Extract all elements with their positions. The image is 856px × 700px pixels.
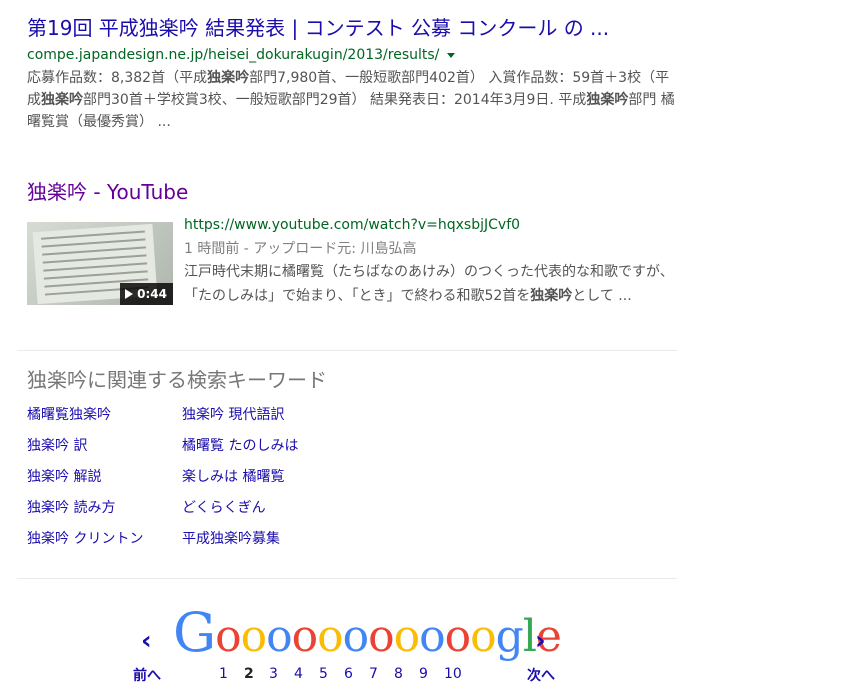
related-search-link[interactable]: 楽しみは 橘曙覧 xyxy=(182,466,382,488)
snippet-highlight: 独楽吟 xyxy=(41,92,83,108)
search-result-1: 第19回 平成独楽吟 結果発表 | コンテスト 公募 コンクール の ... c… xyxy=(27,14,677,133)
snippet-text: 部門30首＋学校賞3校、一般短歌部門29首） 結果発表日：2014年3月9日. … xyxy=(83,92,587,108)
related-search-link[interactable]: 平成独楽吟募集 xyxy=(182,528,382,550)
page-link[interactable]: 6 xyxy=(344,666,369,682)
related-search-link[interactable]: 独楽吟 解説 xyxy=(27,466,182,488)
chevron-right-icon[interactable]: › xyxy=(535,626,546,656)
page-link[interactable]: 3 xyxy=(269,666,294,682)
related-search-link[interactable]: 橘曙覧独楽吟 xyxy=(27,404,182,426)
page-link[interactable]: 8 xyxy=(394,666,419,682)
related-search-link[interactable]: どくらくぎん xyxy=(182,497,382,519)
page-link[interactable]: 5 xyxy=(319,666,344,682)
divider xyxy=(17,350,677,351)
page-link[interactable]: 1 xyxy=(219,666,244,682)
result-1-title[interactable]: 第19回 平成独楽吟 結果発表 | コンテスト 公募 コンクール の ... xyxy=(27,14,677,42)
result-1-url-row: compe.japandesign.ne.jp/heisei_dokurakug… xyxy=(27,45,677,65)
result-2-snippet: 江戸時代末期に橘曙覧（たちばなのあけみ）のつくった代表的な和歌ですが、「たのしみ… xyxy=(184,260,677,308)
next-page-link[interactable]: 次へ xyxy=(527,665,555,685)
video-duration-badge: 0:44 xyxy=(120,283,173,305)
page-link[interactable]: 7 xyxy=(369,666,394,682)
result-2-title[interactable]: 独楽吟 - YouTube xyxy=(27,178,677,206)
video-result: 0:44 https://www.youtube.com/watch?v=hqx… xyxy=(27,214,677,338)
video-duration: 0:44 xyxy=(137,287,167,301)
snippet-highlight: 独楽吟 xyxy=(207,70,250,86)
page-link[interactable]: 4 xyxy=(294,666,319,682)
result-2-url: https://www.youtube.com/watch?v=hqxsbjJC… xyxy=(184,217,521,233)
related-searches-grid: 橘曙覧独楽吟 独楽吟 現代語訳 独楽吟 訳 橘曙覧 たのしみは 独楽吟 解説 楽… xyxy=(27,404,382,550)
snippet-text: として ... xyxy=(572,288,632,304)
related-search-link[interactable]: 独楽吟 クリントン xyxy=(27,528,182,550)
related-search-link[interactable]: 独楽吟 訳 xyxy=(27,435,182,457)
pagination: ‹ Gooooooooooogle › 前へ 1 2 3 4 5 6 7 8 9 10 次へ xyxy=(125,604,575,692)
divider xyxy=(17,578,677,579)
related-searches: 独楽吟に関連する検索キーワード 橘曙覧独楽吟 独楽吟 現代語訳 独楽吟 訳 橘曙… xyxy=(27,366,382,550)
play-icon xyxy=(125,289,134,299)
snippet-highlight: 独楽吟 xyxy=(586,92,629,108)
snippet-highlight: 独楽吟 xyxy=(530,288,573,304)
page-link[interactable]: 10 xyxy=(444,666,469,682)
page-link[interactable]: 9 xyxy=(419,666,444,682)
page-numbers: 1 2 3 4 5 6 7 8 9 10 xyxy=(219,666,469,682)
video-thumbnail[interactable]: 0:44 xyxy=(27,222,173,305)
result-2-meta: 1 時間前 - アップロード元: 川島弘高 xyxy=(184,241,417,257)
result-1-url: compe.japandesign.ne.jp/heisei_dokurakug… xyxy=(27,47,440,63)
caret-down-icon[interactable] xyxy=(447,52,456,58)
prev-page-link[interactable]: 前へ xyxy=(133,665,161,685)
result-1-snippet: 応募作品数：8,382首（平成独楽吟部門7,980首、一般短歌部門402首） 入… xyxy=(27,67,677,133)
google-logo: Gooooooooooogle xyxy=(173,601,562,664)
related-search-link[interactable]: 橘曙覧 たのしみは xyxy=(182,435,382,457)
search-result-2: 独楽吟 - YouTube 0:44 https://www.youtube.c… xyxy=(27,178,677,338)
related-search-link[interactable]: 独楽吟 読み方 xyxy=(27,497,182,519)
video-details: https://www.youtube.com/watch?v=hqxsbjJC… xyxy=(184,214,677,308)
related-search-link[interactable]: 独楽吟 現代語訳 xyxy=(182,404,382,426)
snippet-text: 応募作品数：8,382首（平成 xyxy=(27,70,208,86)
current-page: 2 xyxy=(244,666,254,682)
related-searches-title: 独楽吟に関連する検索キーワード xyxy=(27,368,327,392)
chevron-left-icon[interactable]: ‹ xyxy=(141,626,152,656)
